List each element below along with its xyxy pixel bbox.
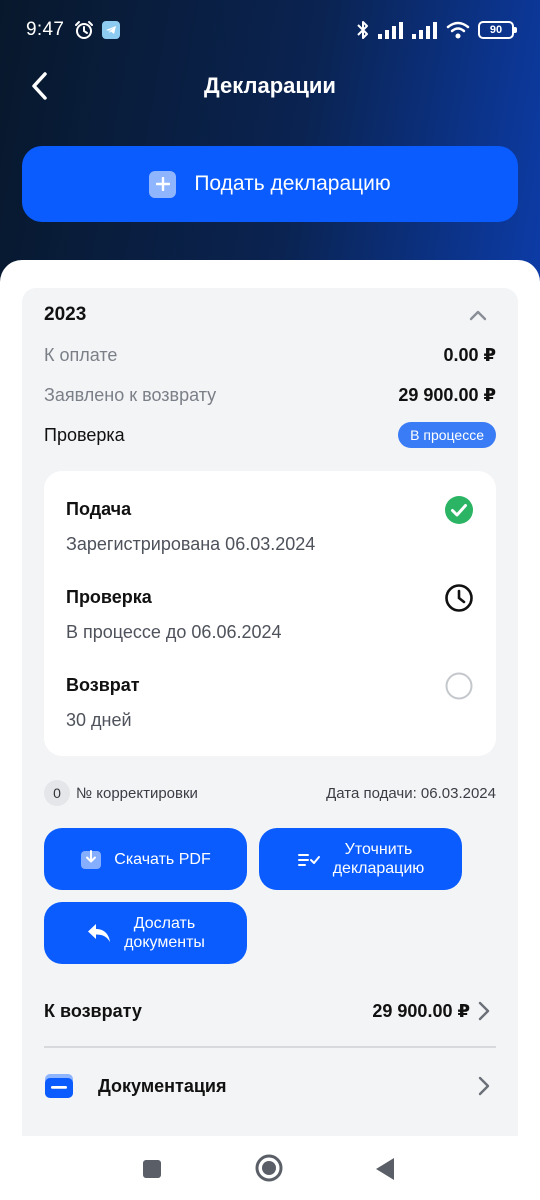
- declaration-year: 2023: [44, 304, 87, 325]
- refund-value: 29 900.00 ₽: [372, 1000, 470, 1021]
- chevron-right-icon: [478, 1076, 490, 1096]
- download-pdf-button[interactable]: Скачать PDF: [44, 828, 247, 890]
- send-docs-line-1: Дослать: [133, 915, 196, 932]
- year-row[interactable]: 2023: [44, 304, 496, 326]
- claimed-value: 29 900.00 ₽: [398, 385, 496, 405]
- app-bar: Декларации: [0, 60, 540, 112]
- to-pay-row: К оплате 0.00 ₽: [44, 345, 496, 366]
- clock-icon: [445, 584, 473, 612]
- status-system-icons: 90: [356, 20, 517, 40]
- status-bar: 9:47 90: [0, 0, 540, 60]
- clarify-line-1: Уточнить: [344, 841, 413, 858]
- download-pdf-label: Скачать PDF: [114, 850, 211, 868]
- bluetooth-icon: [357, 21, 368, 39]
- declaration-card: 2023 К оплате 0.00 ₽ Заявлено к возврату…: [22, 288, 518, 1136]
- progress-steps: Подача Зарегистрирована 06.03.2024 Прове…: [44, 471, 496, 756]
- step-title: Подача: [66, 499, 132, 519]
- content-sheet: 2023 К оплате 0.00 ₽ Заявлено к возврату…: [0, 260, 540, 1200]
- back-button[interactable]: [22, 68, 58, 104]
- chevron-up-icon[interactable]: [468, 308, 488, 322]
- step-refund: Возврат 30 дней: [66, 672, 474, 731]
- back-nav-button[interactable]: [370, 1154, 400, 1184]
- home-button[interactable]: [253, 1152, 285, 1184]
- check-label: Проверка: [44, 424, 125, 445]
- submission-date: Дата подачи: 06.03.2024: [326, 784, 496, 802]
- edit-list-icon: [297, 854, 320, 866]
- chevron-left-icon: [32, 72, 47, 100]
- alarm-icon: [75, 21, 94, 39]
- status-badge: В процессе: [398, 422, 496, 448]
- check-row: Проверка В процессе: [44, 422, 496, 448]
- clarify-line-2: декларацию: [332, 860, 425, 877]
- check-circle-icon: [445, 496, 473, 524]
- plus-icon: [149, 170, 177, 198]
- refund-row[interactable]: К возврату 29 900.00 ₽: [44, 996, 496, 1026]
- step-check: Проверка В процессе до 06.06.2024: [66, 584, 474, 643]
- step-title: Возврат: [66, 675, 140, 695]
- correction-label: № корректировки: [76, 784, 198, 802]
- reply-icon: [88, 924, 111, 942]
- battery-indicator: 90: [478, 21, 517, 39]
- refund-label: К возврату: [44, 1000, 142, 1021]
- documentation-label: Документация: [98, 1075, 227, 1096]
- page-title: Декларации: [204, 73, 336, 98]
- documentation-row[interactable]: Документация: [44, 1068, 496, 1104]
- send-documents-label: Дослать документы: [124, 914, 205, 952]
- folder-icon: [45, 1074, 73, 1098]
- correction-row: 0 № корректировки Дата подачи: 06.03.202…: [44, 780, 496, 806]
- empty-circle-icon: [445, 672, 473, 700]
- signal-icon: [378, 22, 403, 39]
- step-subtitle: Зарегистрирована 06.03.2024: [66, 534, 316, 554]
- to-pay-value: 0.00 ₽: [443, 345, 496, 365]
- send-docs-line-2: документы: [124, 934, 205, 951]
- download-icon: [81, 850, 102, 869]
- clarify-declaration-label: Уточнить декларацию: [333, 840, 425, 878]
- to-pay-label: К оплате: [44, 345, 118, 365]
- claimed-label: Заявлено к возврату: [44, 385, 217, 405]
- step-subtitle: В процессе до 06.06.2024: [66, 622, 282, 642]
- chevron-right-icon: [478, 1001, 490, 1021]
- submit-declaration-label: Подать декларацию: [194, 172, 391, 195]
- signal-icon-2: [412, 22, 437, 39]
- send-documents-button[interactable]: Дослать документы: [44, 902, 247, 964]
- claimed-row: Заявлено к возврату 29 900.00 ₽: [44, 385, 496, 406]
- recent-apps-button[interactable]: [137, 1154, 167, 1184]
- status-time: 9:47: [26, 19, 65, 40]
- step-title: Проверка: [66, 587, 152, 607]
- screen: 9:47 90 Декларации Подать декларацию 202…: [0, 0, 540, 1200]
- divider: [44, 1046, 496, 1048]
- correction-count: 0: [44, 780, 70, 806]
- telegram-icon: [102, 21, 121, 39]
- submit-declaration-button[interactable]: Подать декларацию: [22, 146, 518, 222]
- clarify-declaration-button[interactable]: Уточнить декларацию: [259, 828, 462, 890]
- status-notification-icons: [74, 20, 121, 40]
- step-submission: Подача Зарегистрирована 06.03.2024: [66, 496, 474, 555]
- system-nav-bar: [0, 1138, 540, 1200]
- wifi-icon: [446, 21, 470, 39]
- step-subtitle: 30 дней: [66, 710, 132, 730]
